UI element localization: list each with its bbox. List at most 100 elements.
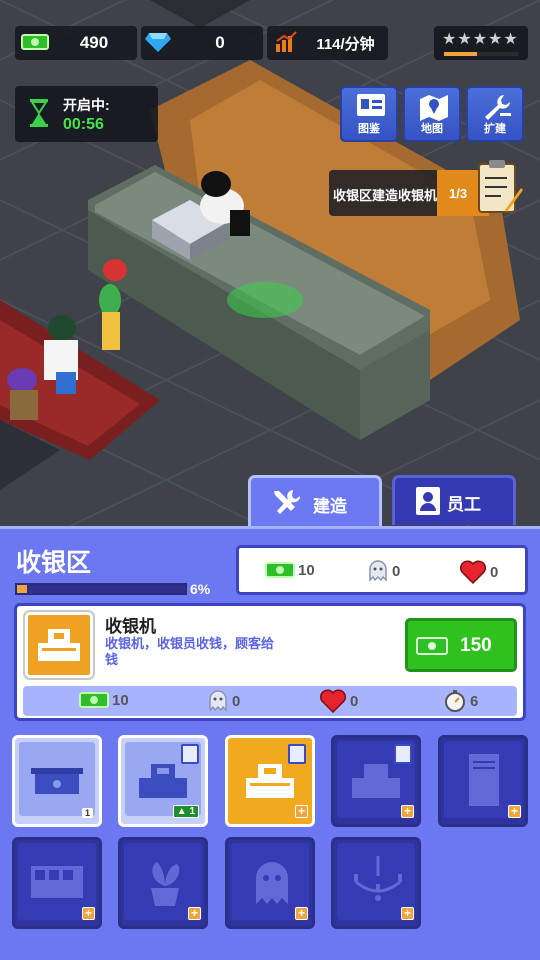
zone-ghost-value: 0 [392,562,401,580]
plus-icon: + [401,805,414,818]
zone-heart-value: 0 [490,563,499,581]
item-ghost-value: 0 [232,692,241,710]
item-cash-value: 10 [112,691,129,709]
build-panel: 收银区 6% 10 0 0 收银机 收银机，收银员收钱，顾客给钱 150 10 … [0,526,540,960]
staff-icon [415,486,441,521]
zone-cash-value: 10 [298,561,315,579]
timer-value: 00:56 [63,116,104,133]
expand-label: 扩建 [484,123,506,135]
heart-icon [319,689,347,713]
fence-locked-slot[interactable]: + [12,837,102,929]
cash-register-selected-slot[interactable]: + [225,735,315,827]
catalog-button[interactable]: 图鉴 [340,86,398,142]
staff-badge-icon [288,744,306,764]
item-heart-value: 0 [350,692,359,710]
income-chart-icon [275,31,297,58]
cash-register-locked-slot[interactable]: + [331,735,421,827]
heart-icon [459,560,487,584]
cash-value: 490 [79,33,109,52]
slot-upgrade-count: 1 [189,806,195,817]
timer-panel: 开启中: 00:56 [15,86,158,142]
cabinet-icon [469,754,499,806]
ghost-icon [256,862,288,904]
ghost-icon [369,560,387,582]
tab-staff[interactable]: 员工 [392,475,516,525]
zone-progress-bar [15,583,187,595]
staff-badge-icon [394,744,412,764]
zone-progress-pct: 6% [190,581,211,597]
cash-register-icon [139,764,187,798]
cash-register-icon [352,764,400,798]
item-speed-value: 6 [470,692,479,710]
plus-icon: + [401,907,414,920]
timer-label: 开启中: [63,97,110,113]
cash-register-icon [246,764,294,798]
hourglass-icon [29,98,49,133]
stopwatch-icon [445,690,465,712]
star-progress-bar [444,52,518,56]
item-thumbnail [23,610,95,680]
task-text: 收银区建造收银机 [333,188,438,203]
tab-build[interactable]: 建造 [248,475,382,529]
star-icons: ★★★★★ [442,31,519,48]
cash-register-icon [38,629,80,661]
expand-button[interactable]: 扩建 [466,86,524,142]
cabinet-locked-slot[interactable]: + [438,735,528,827]
income-value: 114/分钟 [316,35,375,53]
item-description: 收银机，收银员收钱，顾客给钱 [105,636,275,667]
plus-icon: + [295,805,308,818]
item-cash-stat: 10 [79,690,129,710]
gem-counter: 0 [141,26,263,60]
cash-icon [79,692,109,708]
tab-build-label: 建造 [313,497,347,516]
cash-counter: 490 [15,26,137,60]
zone-cash-stat: 10 [265,560,315,580]
fence-icon [31,866,83,898]
cash-register-slot[interactable]: ▲ 1 [118,735,208,827]
diamond-icon [145,31,171,58]
star-progress-fill [444,52,478,56]
map-button[interactable]: 地图 [403,86,461,142]
game-scene[interactable] [0,0,540,530]
gem-value: 0 [215,33,225,52]
counter-slot[interactable]: 1 [12,735,102,827]
map-label: 地图 [421,123,443,135]
ghost-icon [209,690,227,712]
item-ghost-stat: 0 [207,690,240,712]
staff-badge-icon [181,744,199,764]
item-speed-stat: 6 [443,689,478,713]
slot-upgrade-badge: ▲ 1 [172,805,199,818]
buy-price: 150 [460,635,492,656]
task-panel[interactable]: 收银区建造收银机 1/3 [329,160,523,216]
item-card: 收银机 收银机，收银员收钱，顾客给钱 150 10 0 0 6 [14,603,526,721]
zone-progress-fill [17,585,28,593]
plus-icon: + [82,907,95,920]
chandelier-icon [354,856,402,901]
zone-title: 收银区 [16,549,92,577]
zone-ghost-stat: 0 [367,560,400,582]
item-stats: 10 0 0 6 [23,686,517,716]
plus-icon: + [508,805,521,818]
chandelier-locked-slot[interactable]: + [331,837,421,929]
plant-icon [151,862,180,906]
star-rating[interactable]: ★★★★★ [434,26,528,60]
tab-staff-label: 员工 [447,495,481,514]
zone-stats: 10 0 0 [236,545,528,595]
zone-heart-stat: 0 [459,560,498,584]
item-name: 收银机 [105,617,156,636]
cash-icon [21,32,49,57]
plus-icon: + [188,907,201,920]
item-heart-stat: 0 [319,689,358,713]
slot-owned-count: 1 [81,808,93,818]
income-counter: 114/分钟 [267,26,388,60]
cash-icon [265,562,295,578]
counter-icon [31,768,83,794]
ghost-locked-slot[interactable]: + [225,837,315,929]
plant-locked-slot[interactable]: + [118,837,208,929]
clipboard-icon [475,158,523,223]
cash-icon [416,637,448,655]
plus-icon: + [295,907,308,920]
catalog-label: 图鉴 [358,123,380,135]
build-tools-icon [271,488,303,523]
buy-button[interactable]: 150 [405,618,517,672]
